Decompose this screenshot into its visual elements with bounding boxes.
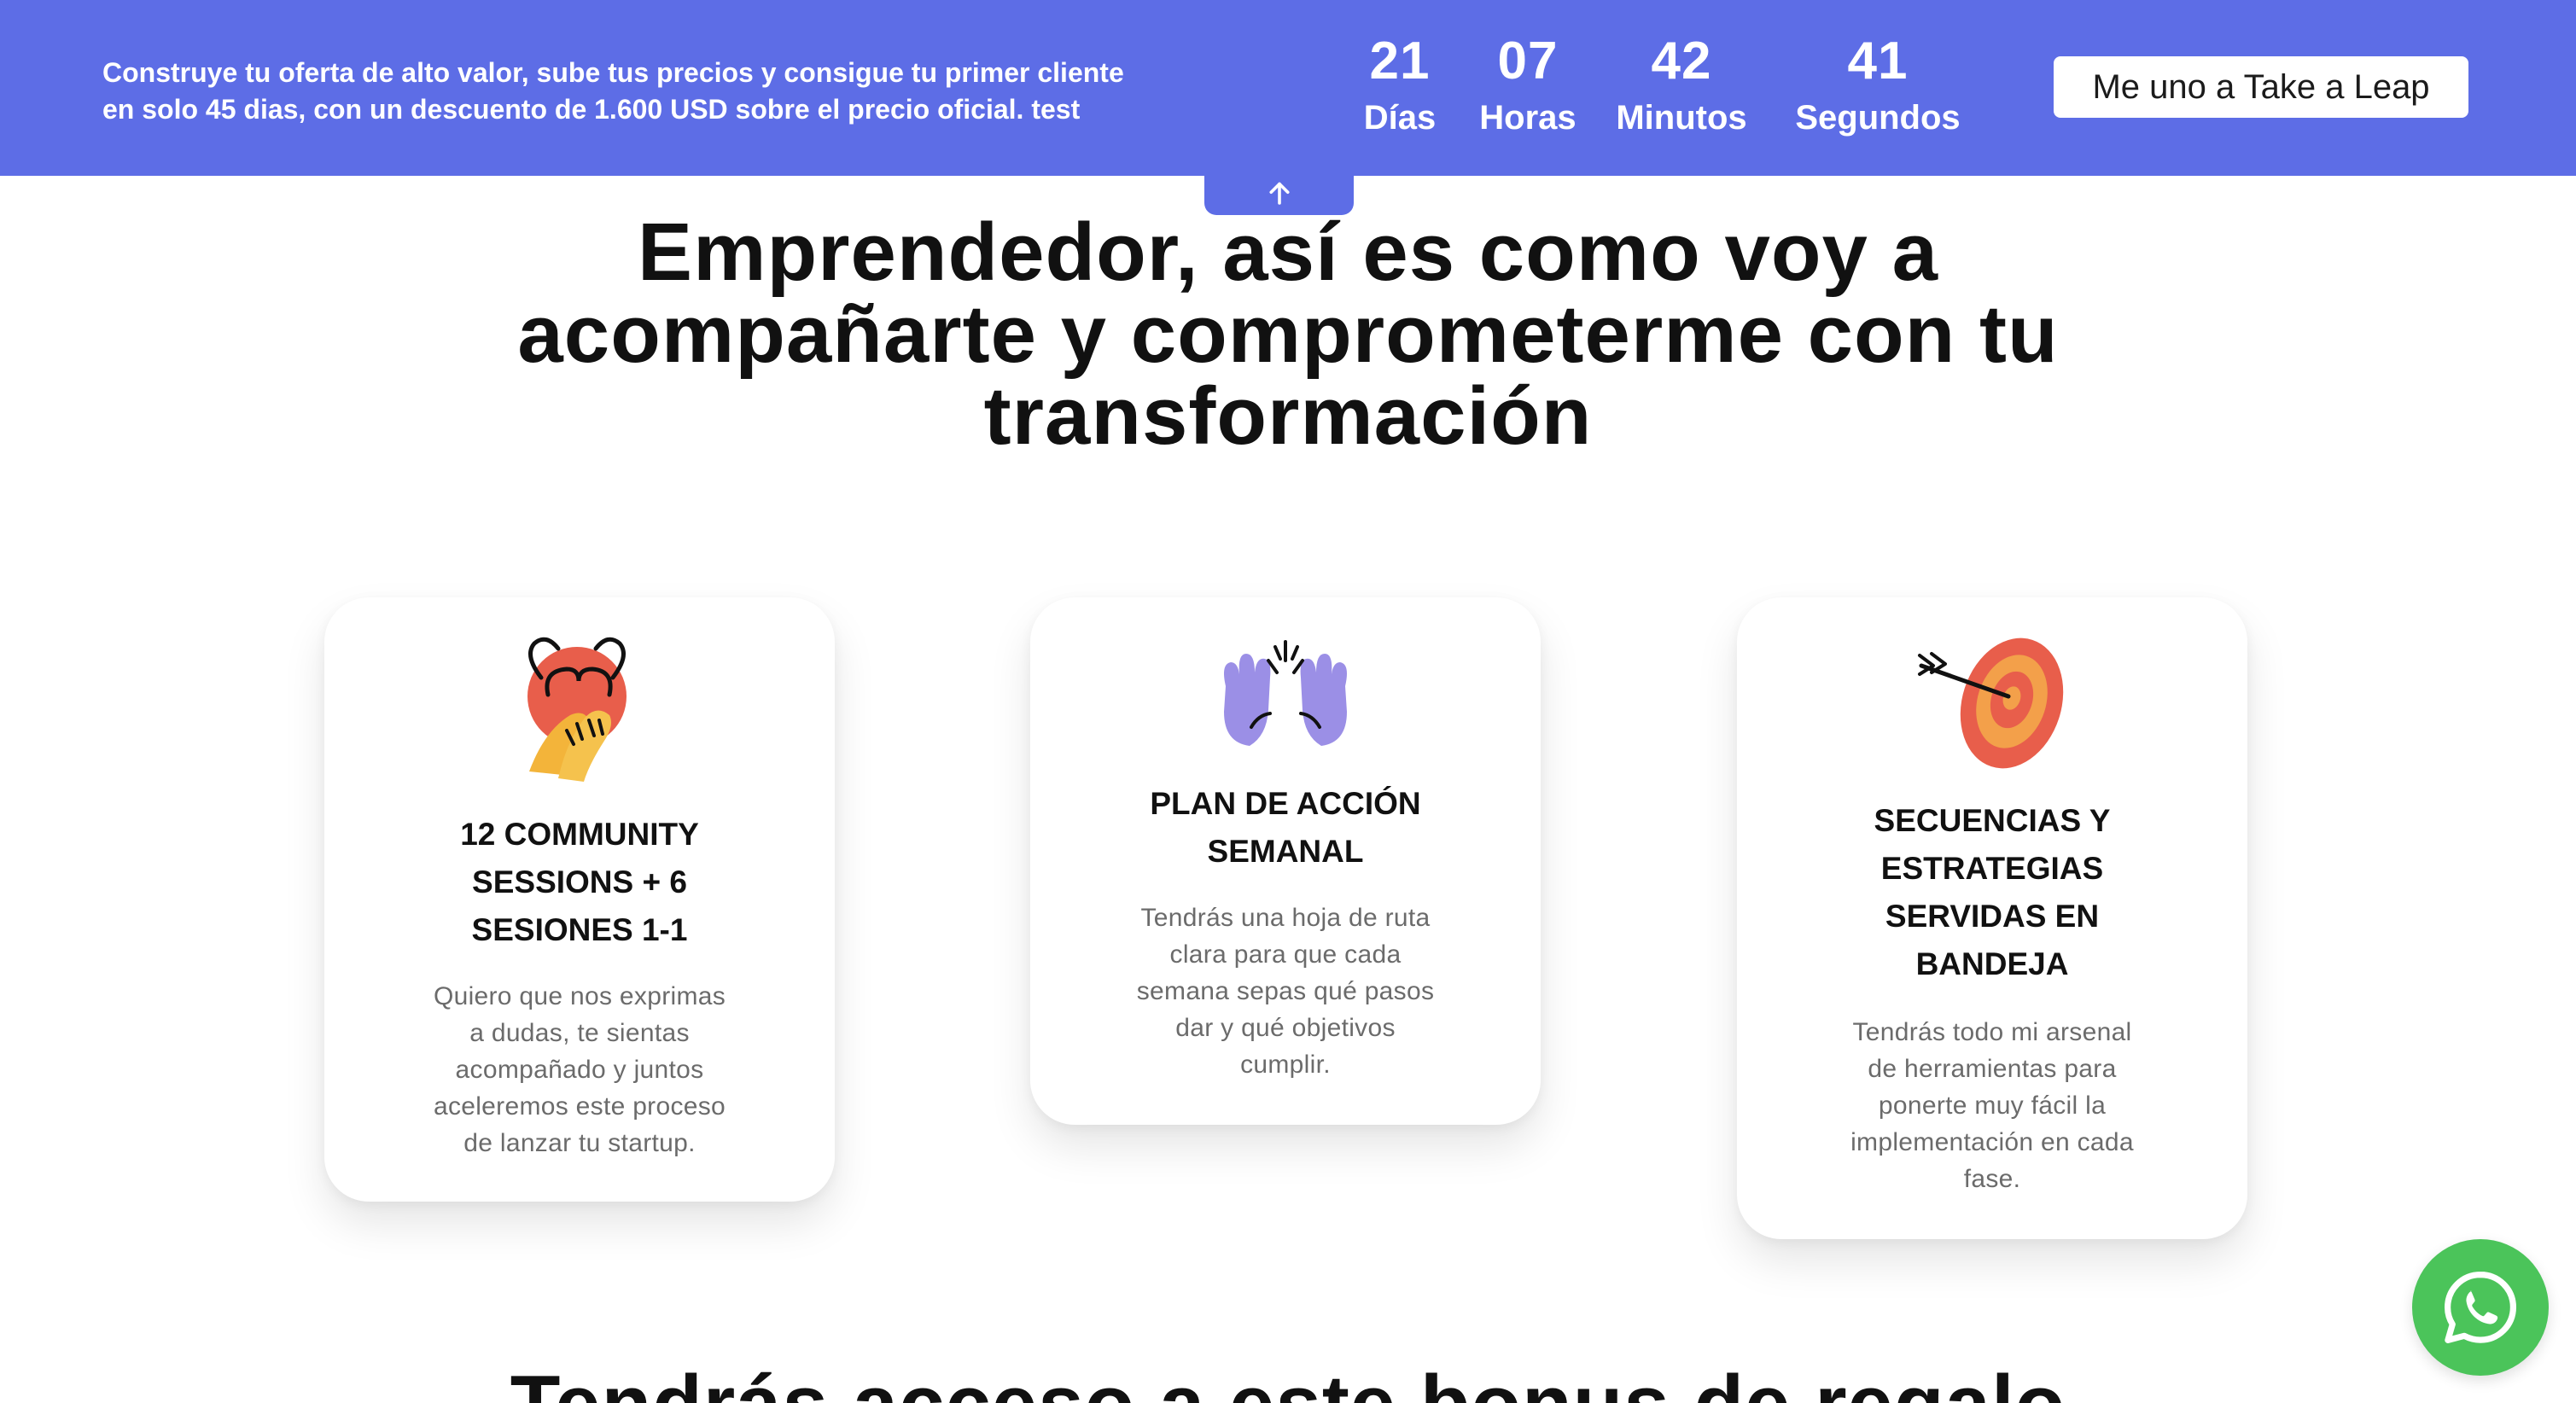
card-title-line: SEMANAL [1207,834,1364,869]
countdown-minutes-value: 42 [1651,32,1712,90]
promo-text-line1: Construye tu oferta de alto valor, sube … [102,57,1124,88]
whatsapp-button[interactable] [2412,1239,2549,1376]
countdown-hours: 07 Horas [1460,31,1596,143]
landing-page: Construye tu oferta de alto valor, sube … [0,0,2576,1403]
hug-heart-icon [527,637,627,782]
countdown-hours-label: Horas [1479,99,1576,137]
promo-text: Construye tu oferta de alto valor, sube … [102,55,1280,128]
countdown-days: 21 Días [1349,31,1451,143]
promo-bar: Construye tu oferta de alto valor, sube … [0,0,2576,176]
card-text-line: a dudas, te sientas [469,1019,690,1047]
bonus-section-title: Tendrás acceso a este bonus de regalo [349,1364,2227,1403]
card-description: Tendrás todo mi arsenal de herramientas … [1814,1014,2171,1197]
card-text-line: de herramientas para [1868,1055,2117,1083]
card-title: PLAN DE ACCIÓN SEMANAL [1141,780,1430,876]
countdown-hours-value: 07 [1497,32,1559,90]
countdown-minutes-label: Minutos [1616,99,1747,137]
card-text-line: acompañado y juntos [455,1056,704,1084]
card-title-line: 12 COMMUNITY [460,817,699,852]
join-take-a-leap-button[interactable]: Me uno a Take a Leap [2054,56,2468,118]
card-title-line: SESIONES 1-1 [471,912,688,947]
page-title-line2: acompañarte y comprometerme con tu [517,288,2059,380]
card-title-line: SESSIONS + 6 [472,865,687,899]
promo-text-line2: en solo 45 dias, con un descuento de 1.6… [102,94,1081,125]
page-title-line3: transformación [983,370,1593,462]
card-title-line: ESTRATEGIAS [1880,851,2104,886]
card-text-line: clara para que cada [1169,940,1402,969]
card-title-line: SECUENCIAS Y [1874,803,2111,838]
countdown-seconds-value: 41 [1847,32,1909,90]
countdown-seconds: 41 Segundos [1763,31,1993,143]
card-text-line: Quiero que nos exprimas [433,982,726,1010]
card-description: Tendrás una hoja de ruta clara para que … [1107,899,1464,1083]
whatsapp-icon [2445,1272,2516,1343]
card-title: 12 COMMUNITY SESSIONS + 6 SESIONES 1-1 [435,811,724,954]
card-text-line: fase. [1963,1165,2021,1193]
page-title-line1: Emprendedor, así es como voy a [638,207,1938,298]
page-title: Emprendedor, así es como voy a acompañar… [349,212,2227,457]
card-description: Quiero que nos exprimas a dudas, te sien… [401,978,758,1161]
countdown-days-label: Días [1363,99,1437,137]
raised-hands-icon [1224,640,1347,746]
card-title: SECUENCIAS Y ESTRATEGIAS SERVIDAS EN BAN… [1848,797,2136,988]
card-text-line: ponerte muy fácil la [1878,1092,2107,1120]
card-text-line: de lanzar tu startup. [463,1129,696,1157]
feature-card-action-plan: PLAN DE ACCIÓN SEMANAL Tendrás una hoja … [1030,597,1541,1125]
card-text-line: dar y qué objetivos [1175,1014,1396,1042]
card-title-line: PLAN DE ACCIÓN [1150,786,1421,821]
card-text-line: aceleremos este proceso [433,1092,726,1121]
card-text-line: semana sepas qué pasos [1136,977,1435,1005]
feature-card-sessions: 12 COMMUNITY SESSIONS + 6 SESIONES 1-1 Q… [324,597,835,1202]
card-title-line: BANDEJA [1915,946,2069,981]
countdown-seconds-label: Segundos [1795,99,1961,137]
feature-card-strategies: SECUENCIAS Y ESTRATEGIAS SERVIDAS EN BAN… [1737,597,2247,1239]
card-title-line: SERVIDAS EN [1885,899,2100,934]
countdown-minutes: 42 Minutos [1592,31,1771,143]
card-text-line: implementación en cada [1850,1128,2134,1156]
arrow-up-icon [1268,182,1290,205]
card-text-line: cumplir. [1240,1051,1331,1079]
card-text-line: Tendrás una hoja de ruta [1140,904,1431,932]
countdown-days-value: 21 [1369,32,1431,90]
target-arrow-icon [1918,637,2064,769]
card-text-line: Tendrás todo mi arsenal [1852,1018,2132,1046]
